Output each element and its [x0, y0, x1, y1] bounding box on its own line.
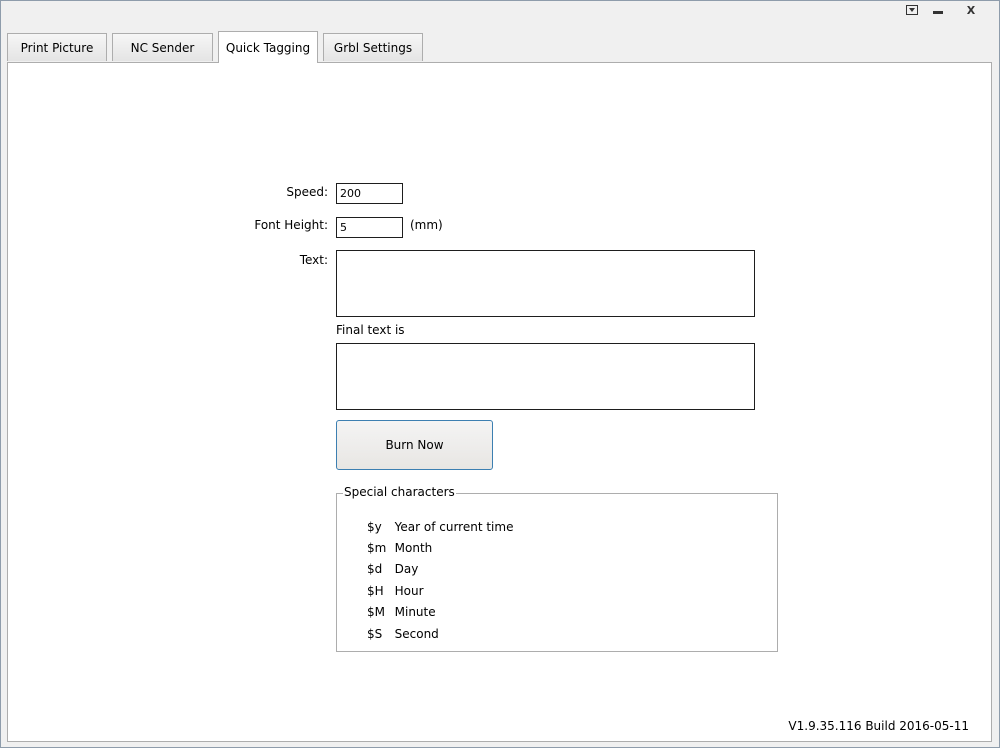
text-label: Text: [299, 253, 328, 267]
speed-input[interactable] [336, 183, 403, 204]
burn-now-button[interactable]: Burn Now [336, 420, 493, 470]
special-char-code: $y [367, 520, 382, 534]
tab-quick-tagging[interactable]: Quick Tagging [218, 31, 318, 63]
quick-tagging-panel: Speed: Font Height: (mm) Text: Final tex… [7, 62, 992, 742]
special-char-desc: Year of current time [394, 520, 514, 534]
tab-grbl-settings[interactable]: Grbl Settings [323, 33, 423, 61]
tab-label: Print Picture [20, 40, 94, 55]
dropdown-icon [906, 5, 918, 15]
special-char-row: $M Minute [367, 605, 436, 619]
minimize-button[interactable] [925, 2, 951, 18]
special-char-desc: Second [394, 627, 439, 641]
special-char-desc: Hour [394, 584, 424, 598]
tab-print-picture[interactable]: Print Picture [7, 33, 107, 61]
special-char-row: $y Year of current time [367, 520, 513, 534]
version-label: V1.9.35.116 Build 2016-05-11 [788, 719, 969, 733]
minimize-icon [933, 11, 943, 14]
tab-strip: Print Picture NC Sender Quick Tagging Gr… [1, 31, 999, 63]
tab-nc-sender[interactable]: NC Sender [112, 33, 213, 61]
final-text-output[interactable] [336, 343, 755, 410]
tab-label: Quick Tagging [225, 40, 311, 55]
special-characters-group: Special characters $y Year of current ti… [336, 485, 778, 652]
font-height-unit: (mm) [410, 218, 443, 232]
speed-label: Speed: [286, 185, 328, 199]
close-button[interactable]: X [957, 2, 985, 18]
font-height-label: Font Height: [254, 218, 328, 232]
app-window: X Print Picture NC Sender Quick Tagging … [0, 0, 1000, 748]
special-char-row: $d Day [367, 562, 418, 576]
final-text-label: Final text is [336, 323, 405, 337]
title-bar: X [1, 1, 999, 21]
special-char-code: $d [367, 562, 383, 576]
dropdown-menu-button[interactable] [899, 2, 925, 18]
special-char-desc: Minute [394, 605, 436, 619]
special-char-row: $S Second [367, 627, 439, 641]
text-input[interactable] [336, 250, 755, 317]
special-char-code: $M [367, 605, 385, 619]
tab-label: Grbl Settings [333, 40, 413, 55]
close-icon: X [966, 3, 976, 17]
font-height-input[interactable] [336, 217, 403, 238]
special-char-desc: Month [394, 541, 433, 555]
special-characters-title: Special characters [343, 485, 456, 499]
special-char-code: $S [367, 627, 383, 641]
special-char-row: $H Hour [367, 584, 424, 598]
special-char-desc: Day [394, 562, 419, 576]
special-char-code: $m [367, 541, 387, 555]
special-char-code: $H [367, 584, 384, 598]
tab-label: NC Sender [130, 40, 195, 55]
special-char-row: $m Month [367, 541, 432, 555]
